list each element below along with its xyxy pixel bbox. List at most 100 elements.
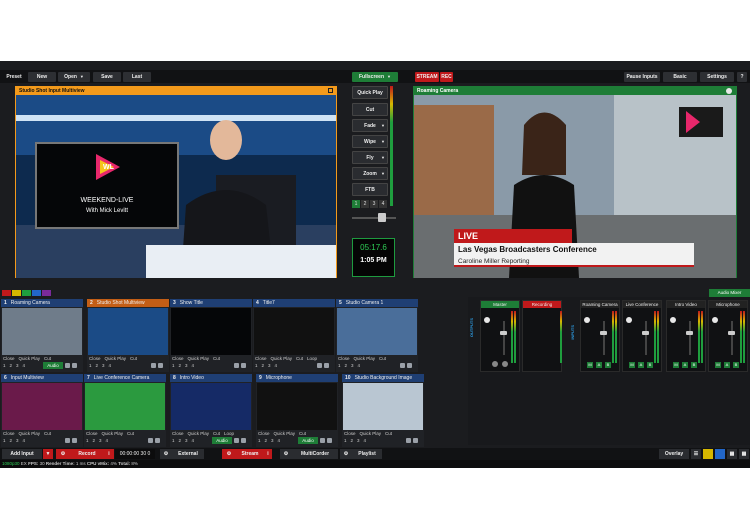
- gear-icon[interactable]: [626, 317, 632, 323]
- playlist-button[interactable]: Playlist: [352, 449, 382, 459]
- audio-icon[interactable]: [65, 363, 70, 368]
- input-control-button[interactable]: Close: [255, 356, 267, 361]
- bus-m-button[interactable]: M: [587, 362, 593, 368]
- external-button[interactable]: External: [172, 449, 204, 459]
- input-control-button[interactable]: Cut: [379, 356, 386, 361]
- preview-window-icon[interactable]: [328, 88, 333, 93]
- input-control-button[interactable]: Quick Play: [271, 356, 293, 361]
- input-thumbnail[interactable]: [337, 308, 417, 355]
- stream-gear-icon[interactable]: ⚙: [222, 449, 236, 459]
- settings-button[interactable]: Settings: [700, 72, 734, 82]
- input-control-button[interactable]: Loop: [224, 431, 234, 436]
- gear-icon[interactable]: [407, 363, 412, 368]
- audio-icon[interactable]: [406, 438, 411, 443]
- grid-view-icon[interactable]: [715, 449, 725, 459]
- fly-button[interactable]: Fly ▼: [352, 151, 388, 164]
- fullscreen-button[interactable]: Fullscreen ▼: [352, 72, 398, 82]
- input-control-button[interactable]: Close: [89, 356, 101, 361]
- wipe-button[interactable]: Wipe ▼: [352, 135, 388, 148]
- overlay-number-button[interactable]: 1: [86, 438, 89, 443]
- record-button[interactable]: Record: [70, 449, 104, 459]
- overlay-number-button[interactable]: 4: [358, 363, 361, 368]
- fader-knob[interactable]: [686, 331, 693, 335]
- layout-icon[interactable]: [703, 449, 713, 459]
- audio-icon[interactable]: [151, 363, 156, 368]
- quick-play-button[interactable]: Quick Play: [352, 86, 388, 99]
- input-thumbnail[interactable]: [343, 383, 423, 430]
- input-control-button[interactable]: Cut: [127, 431, 134, 436]
- gear-icon[interactable]: [72, 363, 77, 368]
- input-control-button[interactable]: Quick Play: [105, 356, 127, 361]
- overlay-number-button[interactable]: 2: [179, 363, 182, 368]
- overlay-button[interactable]: Overlay: [659, 449, 689, 459]
- add-input-button[interactable]: Add Input: [2, 449, 42, 459]
- input-control-button[interactable]: Cut: [213, 431, 220, 436]
- input-control-button[interactable]: Cut: [213, 356, 220, 361]
- overlay-number-button[interactable]: 2: [10, 363, 13, 368]
- gear-icon[interactable]: [324, 363, 329, 368]
- gear-icon[interactable]: [484, 317, 490, 323]
- input-tile[interactable]: 1 Roaming Camera Close Quick Play Cut 1 2 3 4 Aud…: [1, 299, 83, 372]
- channel-fader[interactable]: [689, 321, 691, 355]
- mixer-channel[interactable]: Roaming Camera M A B: [580, 300, 620, 372]
- input-thumbnail[interactable]: [254, 308, 334, 355]
- record-gear-icon[interactable]: ⚙: [56, 449, 70, 459]
- headphones-icon[interactable]: [492, 361, 498, 367]
- overlay-number-button[interactable]: 1: [172, 363, 175, 368]
- fader-knob[interactable]: [500, 331, 507, 335]
- input-control-button[interactable]: Cut: [44, 431, 51, 436]
- stream-info-icon[interactable]: i: [264, 449, 272, 459]
- overlay-number-button[interactable]: 3: [351, 363, 354, 368]
- input-thumbnail[interactable]: [171, 383, 251, 430]
- input-control-button[interactable]: Quick Play: [360, 431, 382, 436]
- page-1-button[interactable]: 1: [352, 200, 360, 208]
- input-control-button[interactable]: Close: [172, 431, 184, 436]
- color-tag-red[interactable]: [2, 290, 11, 296]
- input-control-button[interactable]: Cut: [296, 356, 303, 361]
- rec-indicator[interactable]: REC: [440, 72, 453, 82]
- channel-fader[interactable]: [603, 321, 605, 355]
- color-tag-green[interactable]: [22, 290, 31, 296]
- audio-icon[interactable]: [320, 438, 325, 443]
- overlay-number-button[interactable]: 3: [99, 438, 102, 443]
- record-audio-icon[interactable]: [502, 361, 508, 367]
- bus-b-button[interactable]: B: [605, 362, 611, 368]
- input-thumbnail[interactable]: [85, 383, 165, 430]
- input-tile[interactable]: 9 Microphone Close Quick Play Cut 1 2 3 4 Audio: [256, 374, 338, 447]
- overlay-number-button[interactable]: 1: [89, 363, 92, 368]
- overlay-number-button[interactable]: 3: [185, 438, 188, 443]
- save-button[interactable]: Save: [93, 72, 121, 82]
- audio-icon[interactable]: [65, 438, 70, 443]
- overlay-number-button[interactable]: 4: [278, 438, 281, 443]
- overlay-number-button[interactable]: 3: [357, 438, 360, 443]
- input-tile[interactable]: 7 Live Conference Camera Close Quick Play Cu…: [84, 374, 166, 447]
- overlay-number-button[interactable]: 4: [23, 438, 26, 443]
- pause-inputs-button[interactable]: Pause Inputs: [624, 72, 660, 82]
- overlay-number-button[interactable]: 1: [338, 363, 341, 368]
- master-fader[interactable]: [503, 321, 505, 355]
- bus-m-button[interactable]: M: [715, 362, 721, 368]
- bus-b-button[interactable]: B: [691, 362, 697, 368]
- overlay-number-button[interactable]: 2: [179, 438, 182, 443]
- input-thumbnail[interactable]: [2, 383, 82, 430]
- input-tile[interactable]: 10 Studio Background Image Close Quick Play…: [342, 374, 424, 447]
- input-control-button[interactable]: Cut: [385, 431, 392, 436]
- input-control-button[interactable]: Cut: [44, 356, 51, 361]
- input-control-button[interactable]: Quick Play: [19, 356, 41, 361]
- record-info-icon[interactable]: i: [104, 449, 114, 459]
- input-control-button[interactable]: Cut: [130, 356, 137, 361]
- input-tile[interactable]: 8 Intro Video Close Quick Play Cut Loop 1 2 3 4 Au…: [170, 374, 252, 447]
- bus-m-button[interactable]: M: [629, 362, 635, 368]
- mixer-channel[interactable]: Intro Video M A B: [666, 300, 706, 372]
- fade-button[interactable]: Fade ▼: [352, 119, 388, 132]
- overlay-number-button[interactable]: 1: [255, 363, 258, 368]
- page-2-button[interactable]: 2: [361, 200, 369, 208]
- gear-icon[interactable]: [72, 438, 77, 443]
- bus-b-button[interactable]: B: [733, 362, 739, 368]
- add-input-dropdown[interactable]: ▼: [43, 449, 53, 459]
- multicorder-button[interactable]: MultiCorder: [292, 449, 338, 459]
- gear-icon[interactable]: [158, 363, 163, 368]
- input-control-button[interactable]: Quick Play: [19, 431, 41, 436]
- input-control-button[interactable]: Close: [3, 431, 15, 436]
- gear-icon[interactable]: [413, 438, 418, 443]
